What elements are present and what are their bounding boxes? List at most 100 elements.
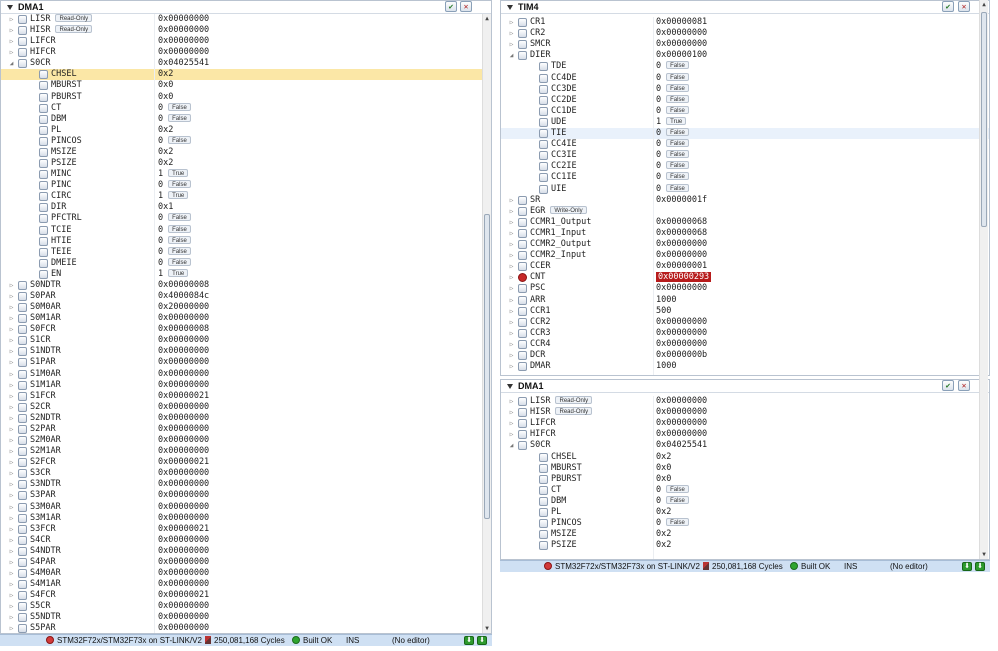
expand-arrow-icon[interactable]: ▷: [508, 328, 515, 339]
expand-arrow-icon[interactable]: ▷: [508, 283, 515, 294]
register-value[interactable]: 1000: [656, 361, 676, 372]
expand-arrow-icon[interactable]: ▷: [8, 302, 15, 313]
expand-arrow-icon[interactable]: ▷: [8, 47, 15, 58]
register-value[interactable]: 0x2: [656, 507, 671, 518]
register-row[interactable]: ▷ S1M1AR 0x00000000: [1, 380, 491, 391]
register-row[interactable]: PSIZE 0x2: [1, 158, 491, 169]
register-value[interactable]: 0x00000000: [158, 490, 209, 501]
register-value[interactable]: 0x00000008: [158, 324, 209, 335]
expand-arrow-icon[interactable]: ▷: [8, 291, 15, 302]
register-value[interactable]: 0x00000000: [656, 28, 707, 39]
register-row[interactable]: ▷ S3NDTR 0x00000000: [1, 479, 491, 490]
register-value[interactable]: 0x00000000: [656, 250, 707, 261]
register-row[interactable]: MBURST 0x0: [1, 80, 491, 91]
register-value[interactable]: 0x0000001f: [656, 195, 707, 206]
register-row[interactable]: ▷ S1NDTR 0x00000000: [1, 346, 491, 357]
register-row[interactable]: ▷ S1CR 0x00000000: [1, 335, 491, 346]
register-value[interactable]: 0x00000000: [158, 424, 209, 435]
register-row[interactable]: ▷ SMCR 0x00000000: [501, 39, 989, 50]
register-row[interactable]: ▷ S3M1AR 0x00000000: [1, 513, 491, 524]
register-row[interactable]: ▷ S2NDTR 0x00000000: [1, 413, 491, 424]
target-status[interactable]: STM32F72x/STM32F73x on ST-LINK/V2: [544, 561, 700, 572]
expand-arrow-icon[interactable]: ▷: [508, 250, 515, 261]
register-value[interactable]: 0 False: [656, 518, 689, 529]
register-value[interactable]: 0 False: [656, 172, 689, 183]
expand-arrow-icon[interactable]: ▷: [508, 418, 515, 429]
register-value[interactable]: 0x00000000: [656, 317, 707, 328]
register-row[interactable]: TEIE 0 False: [1, 246, 491, 258]
register-row[interactable]: ▷ S4M1AR 0x00000000: [1, 579, 491, 590]
collapse-triangle-icon[interactable]: [507, 5, 513, 11]
register-value[interactable]: 0x00000000: [656, 39, 707, 50]
expand-arrow-icon[interactable]: ▷: [8, 502, 15, 513]
register-row[interactable]: ▷ S5PAR 0x00000000: [1, 623, 491, 633]
register-value[interactable]: 0x00000000: [158, 335, 209, 346]
expand-arrow-icon[interactable]: ▷: [508, 206, 515, 217]
expand-arrow-icon[interactable]: ▷: [508, 317, 515, 328]
expand-arrow-icon[interactable]: ▷: [8, 513, 15, 524]
expand-arrow-icon[interactable]: ▷: [508, 39, 515, 50]
register-row[interactable]: PFCTRL 0 False: [1, 213, 491, 224]
expand-arrow-icon[interactable]: ▷: [508, 261, 515, 272]
register-row[interactable]: ◢ DIER 0x00000100: [501, 50, 989, 61]
expand-arrow-icon[interactable]: ▷: [508, 228, 515, 239]
expand-arrow-icon[interactable]: ▷: [8, 601, 15, 612]
expand-arrow-icon[interactable]: ▷: [8, 557, 15, 568]
collapse-arrow-icon[interactable]: ◢: [508, 440, 515, 451]
register-row[interactable]: ▷ S3PAR 0x00000000: [1, 490, 491, 501]
register-value[interactable]: 0x00000000: [158, 557, 209, 568]
register-value[interactable]: 0x00000000: [158, 435, 209, 446]
register-value[interactable]: 0x00000000: [158, 313, 209, 324]
close-icon[interactable]: ✕: [460, 1, 472, 12]
expand-arrow-icon[interactable]: ▷: [8, 391, 15, 402]
expand-arrow-icon[interactable]: ▷: [508, 239, 515, 250]
register-row[interactable]: ▷ CCMR1_Output 0x00000068: [501, 217, 989, 228]
register-row[interactable]: ▷ LISR Read-Only 0x00000000: [501, 396, 989, 407]
expand-arrow-icon[interactable]: ▷: [508, 295, 515, 306]
register-value[interactable]: 0 False: [158, 213, 191, 224]
register-value[interactable]: 0x00000000: [656, 339, 707, 350]
register-row[interactable]: ▷ HIFCR 0x00000000: [501, 429, 989, 440]
expand-arrow-icon[interactable]: ▷: [8, 313, 15, 324]
register-value[interactable]: 500: [656, 306, 671, 317]
register-row[interactable]: UIE 0 False: [501, 183, 989, 195]
scroll-down-icon[interactable]: ▼: [483, 624, 491, 633]
register-row[interactable]: ▷ S3M0AR 0x00000000: [1, 502, 491, 513]
register-value[interactable]: 1 True: [158, 268, 189, 280]
register-row[interactable]: ▷ S3CR 0x00000000: [1, 468, 491, 479]
register-value[interactable]: 0 False: [158, 235, 191, 247]
expand-arrow-icon[interactable]: ▷: [8, 623, 15, 633]
register-value[interactable]: 0x00000068: [656, 217, 707, 228]
register-row[interactable]: ▷ CCMR2_Output 0x00000000: [501, 239, 989, 250]
register-value[interactable]: 0x00000000: [158, 579, 209, 590]
register-row[interactable]: MINC 1 True: [1, 169, 491, 180]
expand-arrow-icon[interactable]: ▷: [8, 280, 15, 291]
register-value[interactable]: 0x2: [656, 529, 671, 540]
register-row[interactable]: ▷ CCMR2_Input 0x00000000: [501, 250, 989, 261]
expand-arrow-icon[interactable]: ▷: [8, 424, 15, 435]
register-row[interactable]: ▷ CCER 0x00000001: [501, 261, 989, 272]
register-row[interactable]: PL 0x2: [501, 507, 989, 518]
register-value[interactable]: 0x2: [158, 158, 173, 169]
expand-arrow-icon[interactable]: ▷: [8, 413, 15, 424]
register-row[interactable]: DIR 0x1: [1, 202, 491, 213]
scroll-thumb[interactable]: [981, 12, 987, 227]
register-row[interactable]: ▷ CCR4 0x00000000: [501, 339, 989, 350]
register-row[interactable]: ▷ CCMR1_Input 0x00000068: [501, 228, 989, 239]
register-row[interactable]: ▷ S2M1AR 0x00000000: [1, 446, 491, 457]
register-row[interactable]: ▷ CR1 0x00000081: [501, 17, 989, 28]
register-row[interactable]: MSIZE 0x2: [501, 529, 989, 540]
register-value[interactable]: 0x00000000: [656, 328, 707, 339]
register-value[interactable]: 0x2: [158, 69, 173, 80]
expand-arrow-icon[interactable]: ▷: [508, 217, 515, 228]
register-row[interactable]: ▷ S0FCR 0x00000008: [1, 324, 491, 335]
expand-arrow-icon[interactable]: ▷: [8, 14, 15, 25]
expand-arrow-icon[interactable]: ▷: [8, 579, 15, 590]
register-value[interactable]: 0x4000084c: [158, 291, 209, 302]
register-row[interactable]: TIE 0 False: [501, 128, 989, 139]
expand-arrow-icon[interactable]: ▷: [508, 195, 515, 206]
expand-arrow-icon[interactable]: ▷: [508, 272, 515, 283]
register-row[interactable]: CT 0 False: [1, 102, 491, 114]
register-value[interactable]: 0x0: [656, 463, 671, 474]
register-row[interactable]: MSIZE 0x2: [1, 147, 491, 158]
